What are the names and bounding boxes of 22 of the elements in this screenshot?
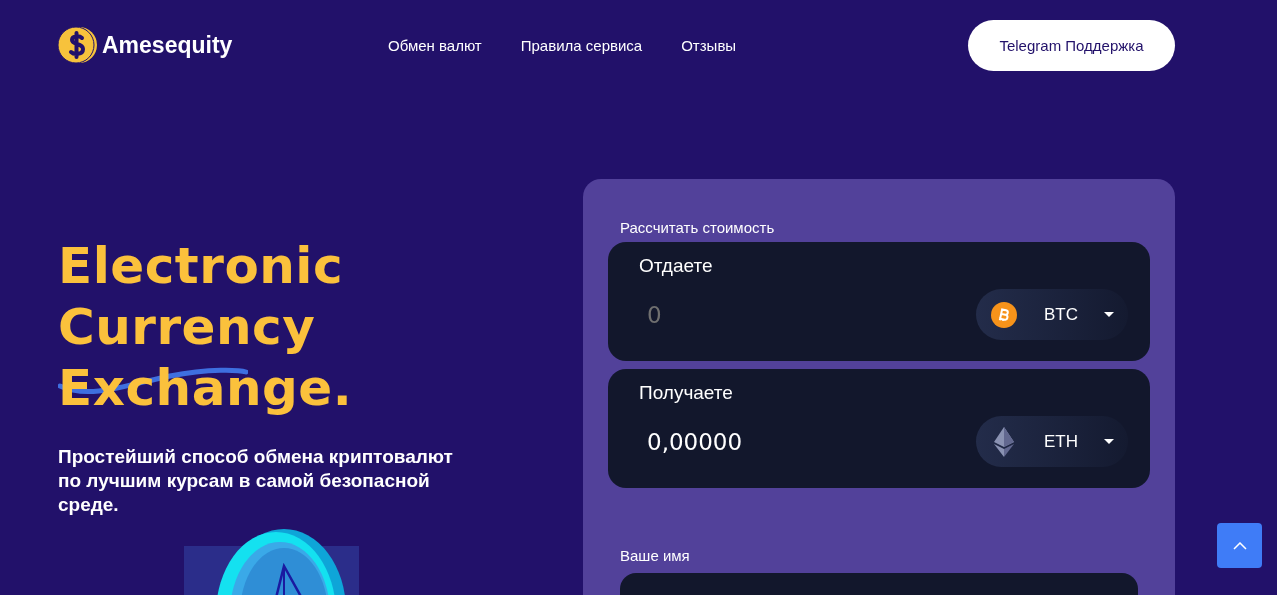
field-label: Отдаете — [639, 255, 713, 277]
bitcoin-icon — [991, 301, 1017, 328]
scroll-top-button[interactable] — [1217, 523, 1262, 568]
currency-dropdown[interactable]: ETH — [976, 416, 1128, 467]
hero-subtitle: Простейший способ обмена криптовалют по лучшим курсам в самой безопасной среде. — [58, 445, 454, 517]
nav-link[interactable]: Обмен валют — [388, 36, 482, 54]
nav-link[interactable]: Правила сервиса — [520, 36, 643, 54]
dollar-coin-icon — [58, 26, 98, 64]
hero-title: Electronic Currency Exchange. — [58, 236, 354, 419]
logo-text[interactable]: Amesequity — [102, 31, 233, 59]
field-label: Получаете — [639, 382, 733, 404]
field-label: Ваше имя — [620, 547, 690, 564]
nav-link[interactable]: Отзывы — [681, 36, 737, 54]
telegram-support-button[interactable]: Telegram Поддержка — [968, 19, 1175, 71]
amount-field[interactable]: 0 — [639, 295, 855, 334]
ethereum-icon — [994, 426, 1014, 457]
section-heading: Рассчитать стоимость — [620, 219, 775, 236]
amount-field[interactable]: 0,00000 — [639, 422, 855, 461]
chevron-up-icon — [1232, 541, 1247, 550]
caret-down-icon — [1104, 312, 1114, 317]
currency-dropdown[interactable]: BTC — [976, 289, 1128, 340]
caret-down-icon — [1104, 439, 1114, 444]
